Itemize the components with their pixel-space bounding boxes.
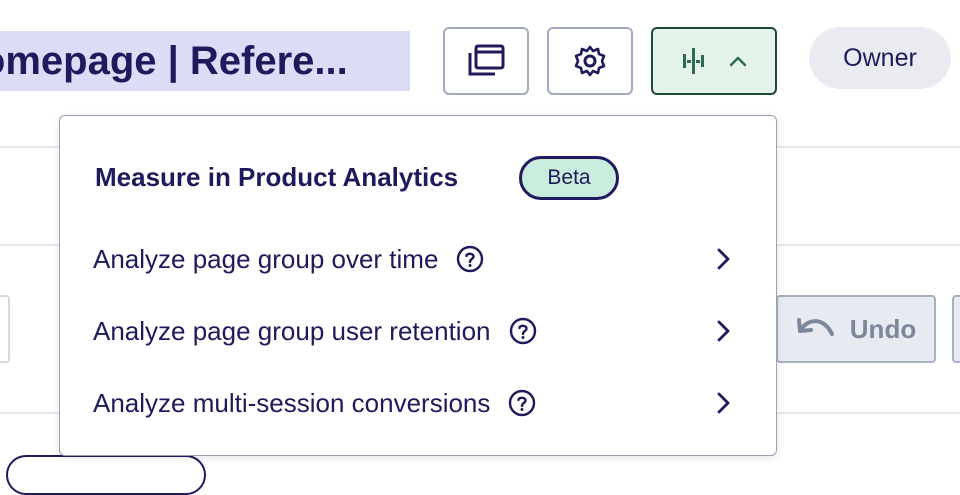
owner-label: Owner [843, 44, 917, 72]
gear-icon [574, 45, 606, 77]
undo-label: Undo [849, 313, 917, 344]
chevron-right-icon [717, 392, 730, 414]
undo-arrow-icon [796, 318, 834, 336]
settings-button[interactable] [547, 27, 633, 95]
menu-header: Measure in Product Analytics [95, 162, 459, 192]
chevron-up-icon [729, 56, 747, 67]
help-circle-icon[interactable] [456, 245, 484, 273]
window-copy-icon [468, 44, 505, 76]
redo-button[interactable] [952, 295, 960, 363]
help-circle-icon[interactable] [508, 389, 536, 417]
menu-item-page-group-over-time[interactable]: Analyze page group over time [60, 229, 776, 289]
menu-item-multi-session-conversions[interactable]: Analyze multi-session conversions [60, 373, 776, 433]
background-input [0, 295, 10, 363]
beta-badge: Beta [519, 156, 619, 200]
open-window-button[interactable] [443, 27, 529, 95]
menu-item-label: Analyze multi-session conversions [93, 387, 491, 418]
analytics-bars-icon [683, 48, 704, 74]
menu-item-page-group-user-retention[interactable]: Analyze page group user retention [60, 301, 776, 361]
help-circle-icon[interactable] [509, 317, 537, 345]
date-pill[interactable] [6, 455, 206, 495]
chevron-right-icon [717, 320, 730, 342]
product-analytics-button[interactable] [651, 27, 777, 95]
page-title-text: Homepage | Refere... [0, 39, 348, 83]
product-analytics-menu: Measure in Product Analytics Beta Analyz… [59, 115, 777, 456]
chevron-right-icon [717, 248, 730, 270]
menu-item-label: Analyze page group user retention [93, 315, 491, 346]
owner-badge[interactable]: Owner [809, 27, 951, 89]
page-title[interactable]: Homepage | Refere... [0, 31, 410, 91]
undo-button[interactable]: Undo [776, 295, 936, 363]
menu-item-label: Analyze page group over time [93, 243, 439, 274]
